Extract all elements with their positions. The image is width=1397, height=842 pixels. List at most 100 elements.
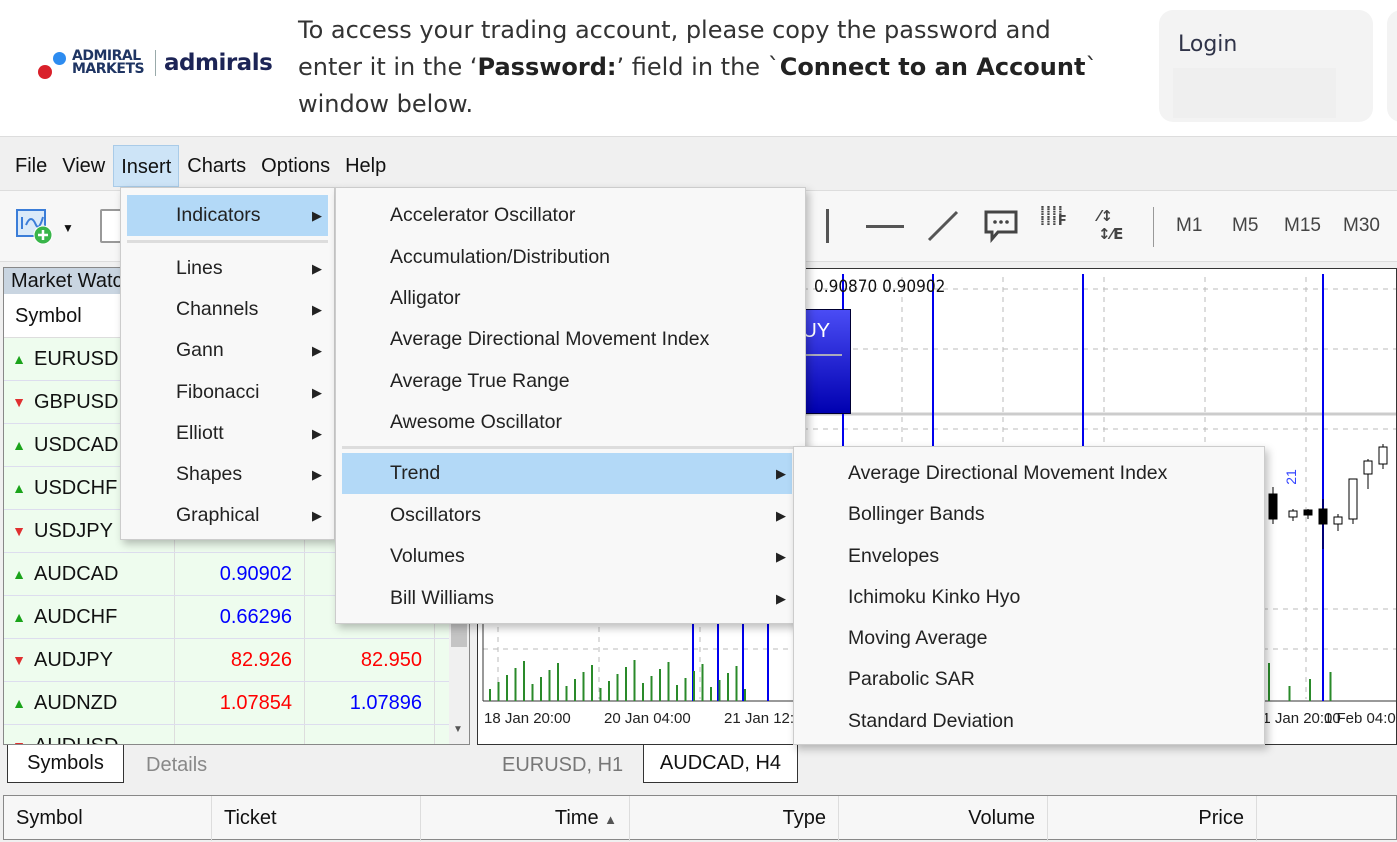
symbol-name: USDCHF bbox=[34, 476, 118, 499]
menu-item-volumes[interactable]: Volumes ▶ bbox=[342, 536, 792, 577]
menu-item-shapes[interactable]: Shapes ▶ bbox=[127, 454, 328, 495]
arrow-up-icon: ▲ bbox=[12, 694, 26, 711]
bid-value: 1.07854 bbox=[175, 682, 305, 724]
menu-item-alligator[interactable]: Alligator bbox=[342, 278, 799, 319]
new-chart-icon[interactable] bbox=[16, 207, 54, 245]
chart-tab-eurusd-h1[interactable]: EURUSD, H1 bbox=[502, 747, 623, 785]
column-type[interactable]: Type bbox=[630, 796, 839, 841]
login-input[interactable] bbox=[1173, 68, 1336, 118]
symbol-name: EURUSD bbox=[34, 347, 119, 370]
symbol-name: AUDCAD bbox=[34, 562, 119, 585]
symbol-name: AUDUSD bbox=[34, 725, 118, 745]
ask-value bbox=[305, 725, 435, 744]
market-watch-row[interactable]: ▼ AUDJPY 82.926 82.950 bbox=[4, 639, 469, 682]
submenu-arrow-icon: ▶ bbox=[312, 343, 322, 358]
menu-item-elliott[interactable]: Elliott ▶ bbox=[127, 413, 328, 454]
menu-item-accumulation-distribution[interactable]: Accumulation/Distribution bbox=[342, 237, 799, 278]
time-axis-label: 1 Feb 04:00 bbox=[1324, 710, 1397, 727]
fibonacci-icon[interactable]: ⁞⁞⁞⁞ ⁞⁞⁞F bbox=[1040, 205, 1068, 228]
menu-charts[interactable]: Charts bbox=[180, 145, 253, 187]
candle-body bbox=[1348, 478, 1358, 520]
horizontal-line-icon[interactable] bbox=[866, 225, 904, 228]
menu-file[interactable]: File bbox=[8, 145, 54, 187]
menu-item-graphical[interactable]: Graphical ▶ bbox=[127, 495, 328, 536]
scroll-down-icon[interactable]: ▼ bbox=[453, 724, 463, 735]
menu-item-lines[interactable]: Lines ▶ bbox=[127, 248, 328, 289]
menu-options[interactable]: Options bbox=[254, 145, 337, 187]
scroll-thumb[interactable] bbox=[451, 623, 467, 647]
submenu-arrow-icon: ▶ bbox=[312, 208, 322, 223]
symbol-name: AUDNZD bbox=[34, 691, 118, 714]
symbol-name: GBPUSD bbox=[34, 390, 119, 413]
tab-details[interactable]: Details bbox=[146, 747, 207, 785]
candle-body bbox=[1288, 510, 1298, 518]
candle-body bbox=[1268, 493, 1278, 520]
arrow-down-icon: ▼ bbox=[12, 522, 26, 539]
submenu-arrow-icon: ▶ bbox=[312, 467, 322, 482]
menu-item-parabolic-sar[interactable]: Parabolic SAR bbox=[800, 659, 1258, 700]
submenu-arrow-icon: ▶ bbox=[776, 508, 786, 523]
menu-item-standard-deviation[interactable]: Standard Deviation bbox=[800, 701, 1258, 742]
time-axis-label: 20 Jan 04:00 bbox=[604, 710, 691, 727]
timeframe-m1[interactable]: M1 bbox=[1176, 215, 1202, 237]
dropdown-arrow-icon[interactable]: ▼ bbox=[62, 221, 74, 235]
menu-view[interactable]: View bbox=[55, 145, 112, 187]
site-header: ADMIRAL MARKETS admirals To access your … bbox=[0, 0, 1397, 137]
menu-item-accelerator-oscillator[interactable]: Accelerator Oscillator bbox=[342, 195, 799, 236]
timeframe-m5[interactable]: M5 bbox=[1232, 215, 1258, 237]
menu-help[interactable]: Help bbox=[338, 145, 393, 187]
logo-text-admiral-markets: ADMIRAL MARKETS bbox=[72, 48, 145, 77]
menu-insert[interactable]: Insert bbox=[113, 145, 180, 187]
insert-menu: Indicators ▶ Lines ▶ Channels ▶ Gann ▶ Fibon… bbox=[120, 187, 335, 540]
sort-asc-icon: ▲ bbox=[604, 812, 617, 827]
menu-item-oscillators[interactable]: Oscillators ▶ bbox=[342, 495, 792, 536]
text-label-icon[interactable] bbox=[984, 209, 1018, 248]
candle-body bbox=[1333, 516, 1343, 525]
menu-bar: File View Insert Charts Options Help bbox=[0, 145, 1397, 189]
menu-item-adx[interactable]: Average Directional Movement Index bbox=[342, 319, 799, 360]
menu-item-bill-williams[interactable]: Bill Williams ▶ bbox=[342, 578, 792, 619]
menu-item-envelopes[interactable]: Envelopes bbox=[800, 536, 1258, 577]
column-symbol[interactable]: Symbol bbox=[4, 796, 212, 841]
menu-item-awesome-oscillator[interactable]: Awesome Oscillator bbox=[342, 402, 799, 443]
candle-body bbox=[1303, 509, 1313, 516]
menu-item-trend[interactable]: Trend ▶ bbox=[342, 453, 792, 494]
tab-symbols[interactable]: Symbols bbox=[7, 745, 124, 783]
arrow-down-icon: ▼ bbox=[12, 651, 26, 668]
trendline-icon[interactable] bbox=[926, 209, 960, 248]
candle-body bbox=[1363, 460, 1373, 475]
menu-item-ichimoku[interactable]: Ichimoku Kinko Hyo bbox=[800, 577, 1258, 618]
time-axis-label: 18 Jan 20:00 bbox=[484, 710, 571, 727]
indicators-menu: Accelerator Oscillator Accumulation/Dist… bbox=[335, 187, 806, 624]
timeframe-m30[interactable]: M30 bbox=[1343, 215, 1380, 237]
market-watch-row[interactable]: ▼ AUDUSD bbox=[4, 725, 469, 745]
submenu-arrow-icon: ▶ bbox=[312, 385, 322, 400]
menu-item-trend-adx[interactable]: Average Directional Movement Index bbox=[800, 453, 1258, 494]
logo-text-admirals: admirals bbox=[164, 50, 273, 76]
column-time[interactable]: Time ▲ bbox=[421, 796, 630, 841]
symbol-name: USDJPY bbox=[34, 519, 113, 542]
column-volume[interactable]: Volume bbox=[839, 796, 1048, 841]
menu-item-bollinger-bands[interactable]: Bollinger Bands bbox=[800, 494, 1258, 535]
trend-menu: Average Directional Movement Index Bolli… bbox=[793, 446, 1265, 745]
timeframe-m15[interactable]: M15 bbox=[1284, 215, 1321, 237]
symbol-name: USDCAD bbox=[34, 433, 119, 456]
elliott-icon[interactable]: ⁄↕ ↕⁄E bbox=[1098, 207, 1123, 243]
menu-item-gann[interactable]: Gann ▶ bbox=[127, 330, 328, 371]
market-watch-row[interactable]: ▲ AUDNZD 1.07854 1.07896 bbox=[4, 682, 469, 725]
symbol-name: AUDCHF bbox=[34, 605, 118, 628]
chart-tab-audcad-h4[interactable]: AUDCAD, H4 bbox=[643, 745, 798, 783]
symbol-name: AUDJPY bbox=[34, 648, 113, 671]
menu-item-indicators[interactable]: Indicators ▶ bbox=[127, 195, 328, 236]
vertical-line-icon[interactable] bbox=[826, 209, 829, 243]
menu-item-moving-average[interactable]: Moving Average bbox=[800, 618, 1258, 659]
submenu-arrow-icon: ▶ bbox=[776, 591, 786, 606]
column-price[interactable]: Price bbox=[1048, 796, 1257, 841]
menu-item-fibonacci[interactable]: Fibonacci ▶ bbox=[127, 372, 328, 413]
menu-item-channels[interactable]: Channels ▶ bbox=[127, 289, 328, 330]
vline-label: 21 bbox=[1282, 469, 1299, 485]
profiles-icon[interactable] bbox=[100, 209, 122, 243]
column-ticket[interactable]: Ticket bbox=[212, 796, 421, 841]
instruction-text: To access your trading account, please c… bbox=[298, 16, 1098, 118]
menu-item-average-true-range[interactable]: Average True Range bbox=[342, 361, 799, 402]
